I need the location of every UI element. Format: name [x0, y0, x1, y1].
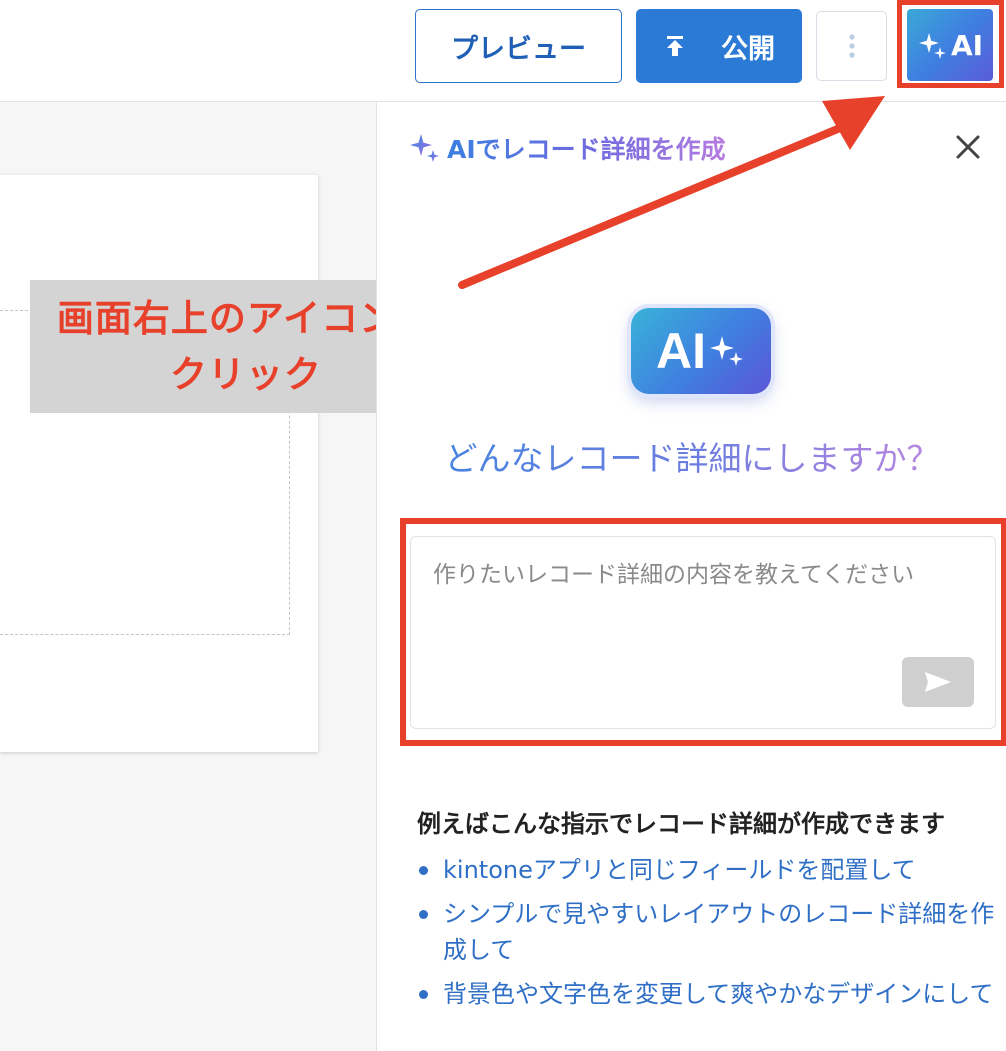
ai-button[interactable]: AI — [907, 9, 993, 81]
sparkle-icon — [410, 134, 439, 162]
send-button[interactable] — [902, 657, 974, 707]
layout-canvas — [0, 102, 376, 1051]
ai-panel: AIでレコード詳細を作成 AI どんなレコード詳細にしますか？ 例えばこんな指示… — [376, 102, 1006, 1051]
example-item[interactable]: 背景色や文字色を変更して爽やかなデザインにして — [417, 976, 997, 1012]
example-item[interactable]: kintoneアプリと同じフィールドを配置して — [417, 852, 997, 888]
preview-button[interactable]: プレビュー — [415, 9, 622, 83]
examples-list: kintoneアプリと同じフィールドを配置して シンプルで見やすいレイアウトのレ… — [417, 852, 997, 1020]
publish-label: 公開 — [721, 33, 775, 65]
upload-icon — [667, 36, 683, 56]
ai-button-label: AI — [950, 28, 984, 62]
more-options-button[interactable] — [816, 11, 887, 81]
annotation-line-2: クリック — [170, 352, 322, 396]
example-item[interactable]: シンプルで見やすいレイアウトのレコード詳細を作成して — [417, 896, 997, 968]
sparkle-icon — [918, 33, 946, 59]
more-vertical-icon — [848, 34, 855, 58]
ai-logo: AI — [631, 308, 771, 394]
prompt-box — [410, 536, 996, 729]
send-icon — [925, 672, 951, 692]
record-detail-canvas-card — [0, 175, 318, 752]
panel-question: どんなレコード詳細にしますか？ — [377, 432, 1006, 480]
panel-title: AIでレコード詳細を作成 — [447, 130, 726, 166]
close-icon[interactable] — [951, 130, 985, 164]
publish-button[interactable]: 公開 — [636, 9, 802, 83]
top-toolbar: プレビュー 公開 AI — [0, 0, 1006, 102]
examples-heading: 例えばこんな指示でレコード詳細が作成できます — [417, 810, 945, 838]
sparkle-icon — [710, 336, 743, 366]
prompt-input[interactable] — [431, 553, 983, 647]
ai-logo-text: AI — [656, 323, 706, 379]
panel-header: AIでレコード詳細を作成 — [409, 130, 726, 166]
